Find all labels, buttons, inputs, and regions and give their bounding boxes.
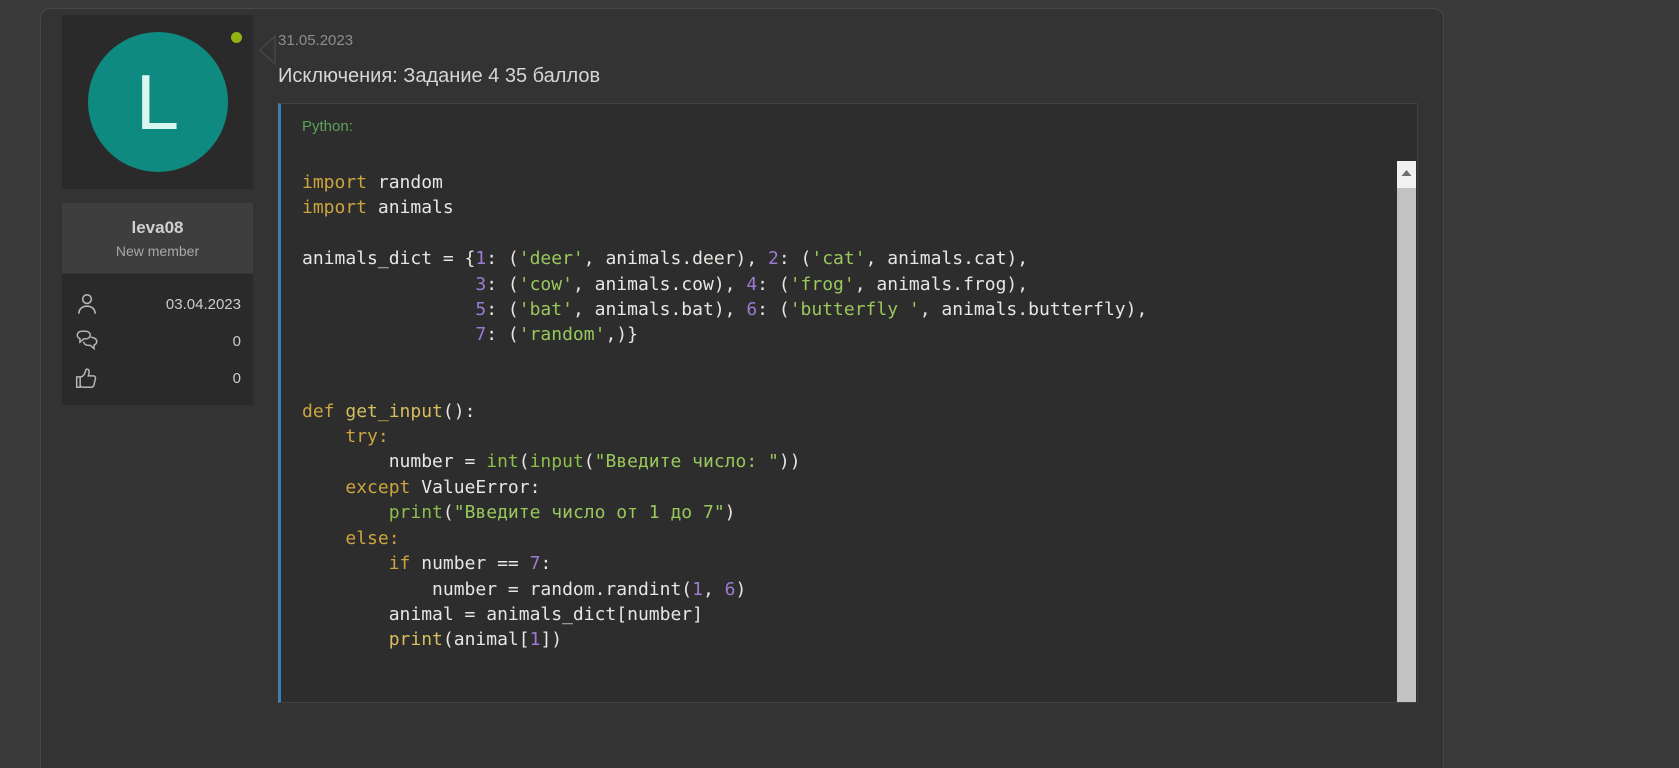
username-link[interactable]: leva08	[132, 218, 184, 238]
avatar-letter: L	[136, 63, 179, 141]
messages-count: 0	[100, 333, 241, 350]
likes-count: 0	[100, 370, 241, 387]
user-name-band: leva08 New member	[62, 203, 253, 273]
stat-row-messages: 0	[74, 328, 241, 354]
stat-row-joined: 03.04.2023	[74, 291, 241, 317]
user-info-cell: L leva08 New member 03.04.2023	[41, 9, 259, 768]
joined-date: 03.04.2023	[100, 296, 241, 313]
scroll-up-arrow-icon	[1401, 169, 1412, 177]
likes-icon	[74, 365, 100, 391]
scrollbar-thumb[interactable]	[1397, 188, 1416, 702]
code-content[interactable]: import randomimport animals animals_dict…	[281, 146, 1417, 673]
post-date[interactable]: 31.05.2023	[278, 32, 1418, 50]
member-since-icon	[74, 291, 100, 317]
post-title: Исключения: Задание 4 35 баллов	[278, 64, 1418, 88]
user-title: New member	[116, 243, 199, 259]
message-beak-pointer	[259, 35, 276, 65]
stat-row-likes: 0	[74, 365, 241, 391]
page-background: { "theme": { "page-bg": "#3a3a3a", "card…	[0, 0, 1679, 685]
post-content-cell: 31.05.2023 Исключения: Задание 4 35 балл…	[259, 9, 1443, 768]
code-block: Python: import randomimport animals anim…	[278, 103, 1418, 703]
user-stats: 03.04.2023 0 0	[62, 274, 253, 405]
avatar-box: L	[62, 15, 253, 189]
scrollbar-up-button[interactable]	[1397, 161, 1416, 184]
code-language-label: Python:	[281, 104, 1417, 136]
code-scrollbar[interactable]	[1397, 161, 1416, 702]
avatar[interactable]: L	[88, 32, 228, 172]
messages-icon	[74, 328, 100, 354]
online-indicator-icon	[231, 32, 242, 43]
forum-post: L leva08 New member 03.04.2023	[40, 8, 1444, 768]
